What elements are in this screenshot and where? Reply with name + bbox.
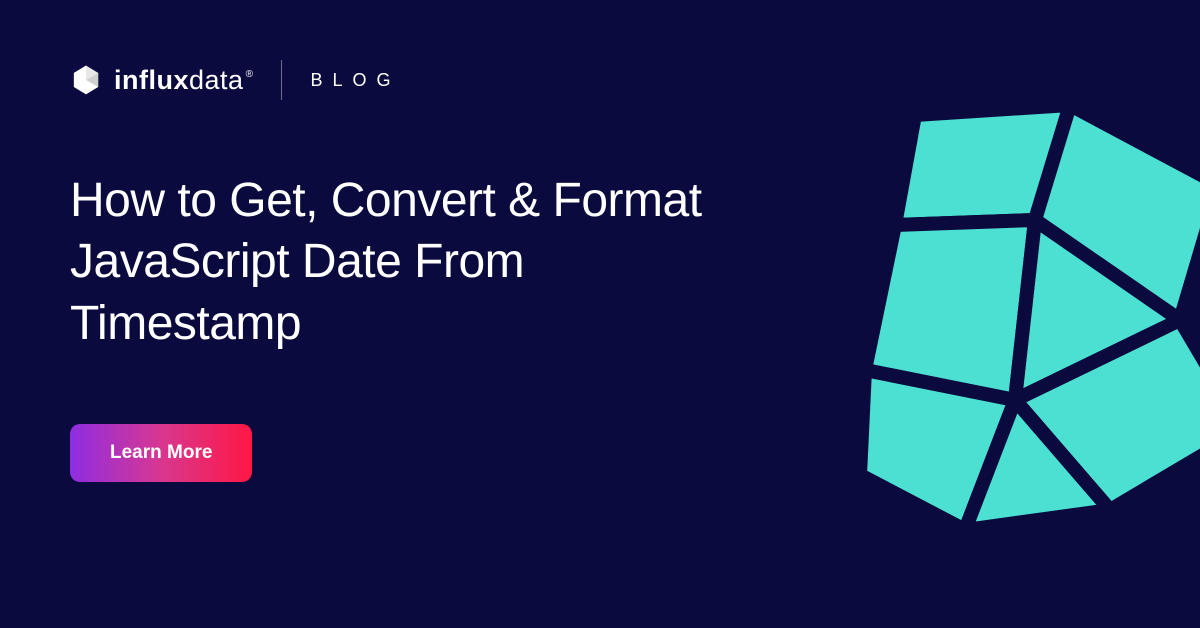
section-label: BLOG xyxy=(310,70,400,91)
influxdata-logo-icon xyxy=(70,64,102,96)
page-title: How to Get, Convert & Format JavaScript … xyxy=(70,170,750,354)
brand-logo: influxdata® xyxy=(70,64,253,96)
learn-more-button[interactable]: Learn More xyxy=(70,424,252,482)
brand-name: influxdata® xyxy=(114,65,253,96)
header-divider xyxy=(281,60,282,100)
decorative-polygon-icon xyxy=(800,90,1200,550)
